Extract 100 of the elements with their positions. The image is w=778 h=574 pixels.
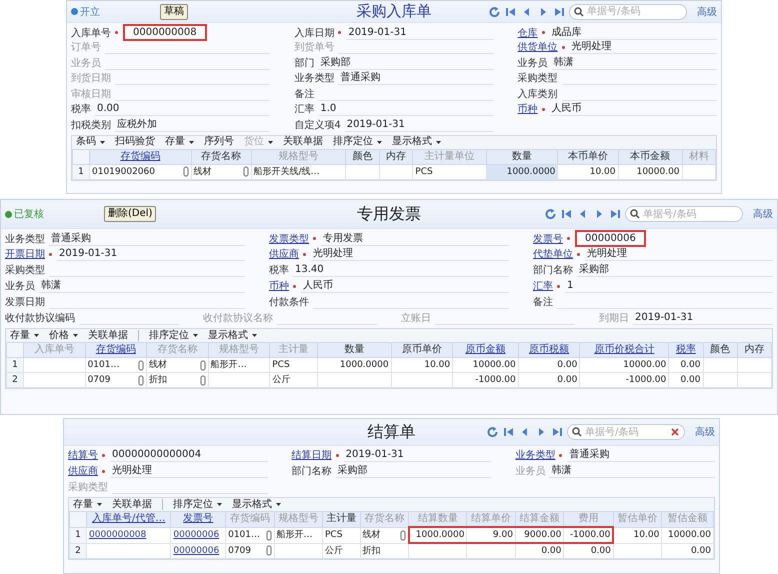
- field-label[interactable]: 结算日期: [292, 448, 332, 462]
- toolbar-button[interactable]: 关联单据: [112, 498, 152, 510]
- first-page-icon[interactable]: [505, 6, 517, 18]
- input-field[interactable]: 韩潇: [549, 464, 715, 478]
- input-field[interactable]: 人民币: [550, 102, 717, 116]
- table-link[interactable]: 00000006: [173, 544, 220, 557]
- last-page-icon[interactable]: [609, 208, 621, 220]
- toolbar-button[interactable]: 排序定位: [173, 498, 222, 510]
- input-field[interactable]: 2019-01-31: [344, 118, 494, 132]
- refresh-icon[interactable]: [487, 426, 499, 438]
- paperclip-icon[interactable]: [182, 166, 188, 177]
- search-field[interactable]: 单据号/条码: [569, 4, 687, 20]
- toolbar-button[interactable]: 存量: [165, 136, 194, 148]
- table-link[interactable]: 0000000008: [89, 529, 146, 541]
- input-field[interactable]: 00000006: [575, 230, 646, 247]
- first-page-icon[interactable]: [503, 426, 515, 438]
- input-field[interactable]: 2019-01-31: [344, 448, 492, 462]
- toolbar-button[interactable]: 关联单据: [88, 330, 128, 342]
- paperclip-icon[interactable]: [266, 530, 272, 540]
- last-page-icon[interactable]: [553, 6, 565, 18]
- field-label[interactable]: 供应商: [269, 247, 299, 261]
- input-field[interactable]: 采购部: [318, 56, 494, 70]
- toolbar-button[interactable]: 条码: [76, 136, 105, 148]
- paperclip-icon[interactable]: [242, 166, 249, 177]
- input-field[interactable]: 应税外加: [115, 118, 270, 132]
- column-header[interactable]: 内存: [379, 149, 413, 164]
- column-header[interactable]: 颜色: [346, 149, 380, 164]
- field-label[interactable]: 业务类型: [515, 448, 556, 462]
- toolbar-button[interactable]: 存量: [73, 498, 102, 510]
- field-label[interactable]: 代垫单位: [533, 247, 573, 261]
- paperclip-icon[interactable]: [400, 530, 406, 540]
- toolbar-button[interactable]: 排序定位: [333, 136, 382, 148]
- input-field[interactable]: 成品库: [550, 26, 717, 40]
- input-field[interactable]: 0.00: [95, 102, 270, 116]
- input-field[interactable]: 韩潇: [39, 279, 245, 293]
- field-label[interactable]: 币种: [518, 102, 538, 116]
- first-page-icon[interactable]: [561, 208, 573, 220]
- advanced-link[interactable]: 高级: [697, 4, 717, 18]
- paperclip-icon[interactable]: [200, 360, 206, 370]
- search-icon[interactable]: [630, 209, 640, 219]
- input-field[interactable]: 2019-01-31: [57, 247, 245, 261]
- paperclip-icon[interactable]: [266, 545, 272, 556]
- column-header[interactable]: 数量: [486, 149, 558, 164]
- column-header[interactable]: 本币单价: [558, 149, 618, 164]
- toolbar-button[interactable]: 删除(Del): [104, 206, 156, 222]
- field-label[interactable]: 币种: [269, 279, 289, 293]
- input-field[interactable]: 1: [565, 279, 773, 293]
- search-field[interactable]: 单据号/条码: [625, 206, 743, 222]
- input-field[interactable]: 00000000000004: [110, 448, 268, 462]
- column-header[interactable]: 入库单号/代管…: [86, 512, 171, 527]
- column-header[interactable]: 数量: [318, 342, 392, 358]
- paperclip-icon[interactable]: [200, 374, 206, 386]
- toolbar-button[interactable]: 显示格式: [392, 136, 441, 148]
- input-field[interactable]: 韩潇: [552, 56, 717, 70]
- input-field[interactable]: 普通采购: [338, 71, 494, 86]
- advanced-link[interactable]: 高级: [753, 207, 773, 221]
- field-label[interactable]: 发票类型: [269, 232, 309, 246]
- column-header[interactable]: 原币金额: [452, 342, 518, 358]
- input-field[interactable]: 人民币: [301, 279, 509, 293]
- paperclip-icon[interactable]: [138, 360, 144, 370]
- toolbar-button[interactable]: 显示格式: [232, 498, 281, 510]
- toolbar-button[interactable]: 序列号: [204, 136, 234, 148]
- column-header[interactable]: 税率: [668, 342, 703, 358]
- field-label[interactable]: 汇率: [533, 279, 553, 293]
- advanced-link[interactable]: 高级: [695, 425, 715, 439]
- input-field[interactable]: 13.40: [293, 263, 509, 277]
- input-field[interactable]: 采购部: [336, 464, 492, 478]
- column-header[interactable]: 本币金额: [618, 149, 682, 164]
- toolbar-button[interactable]: 排序定位: [149, 330, 198, 342]
- column-header[interactable]: 原币税额: [518, 342, 580, 358]
- search-icon[interactable]: [574, 6, 584, 16]
- column-header[interactable]: 主计量: [322, 512, 360, 527]
- column-header[interactable]: 内存: [737, 342, 772, 358]
- field-label[interactable]: 仓库: [518, 26, 538, 40]
- field-label[interactable]: 结算号: [68, 448, 98, 462]
- input-field[interactable]: 2019-01-31: [346, 26, 494, 40]
- toolbar-button[interactable]: 扫码验货: [115, 136, 155, 148]
- input-field[interactable]: 光明处理: [311, 247, 509, 261]
- clear-icon[interactable]: [671, 428, 679, 436]
- column-header[interactable]: 原币价税合计: [580, 342, 669, 358]
- toolbar-button[interactable]: 草稿: [160, 4, 188, 20]
- paperclip-icon[interactable]: [138, 374, 144, 386]
- input-field[interactable]: 0000000008: [123, 24, 207, 41]
- refresh-icon[interactable]: [545, 208, 557, 220]
- input-field[interactable]: 光明处理: [570, 40, 717, 54]
- toolbar-button[interactable]: 关联单据: [283, 136, 323, 148]
- input-field[interactable]: 2019-01-31: [633, 311, 773, 325]
- search-field[interactable]: 单据号/条码: [567, 424, 685, 440]
- input-field[interactable]: 光明处理: [110, 464, 268, 478]
- input-field[interactable]: 专用发票: [321, 232, 509, 246]
- field-label[interactable]: 供货单位: [518, 40, 558, 54]
- input-field[interactable]: 光明处理: [585, 247, 773, 261]
- toolbar-button[interactable]: 显示格式: [208, 330, 257, 342]
- table-link[interactable]: 00000006: [173, 529, 220, 541]
- column-header[interactable]: 存货编码: [85, 342, 147, 358]
- refresh-icon[interactable]: [489, 6, 501, 18]
- field-label[interactable]: 供应商: [68, 464, 98, 478]
- toolbar-button[interactable]: 存量: [10, 330, 39, 342]
- column-header[interactable]: 颜色: [703, 342, 738, 358]
- field-label[interactable]: 发票号: [533, 232, 563, 246]
